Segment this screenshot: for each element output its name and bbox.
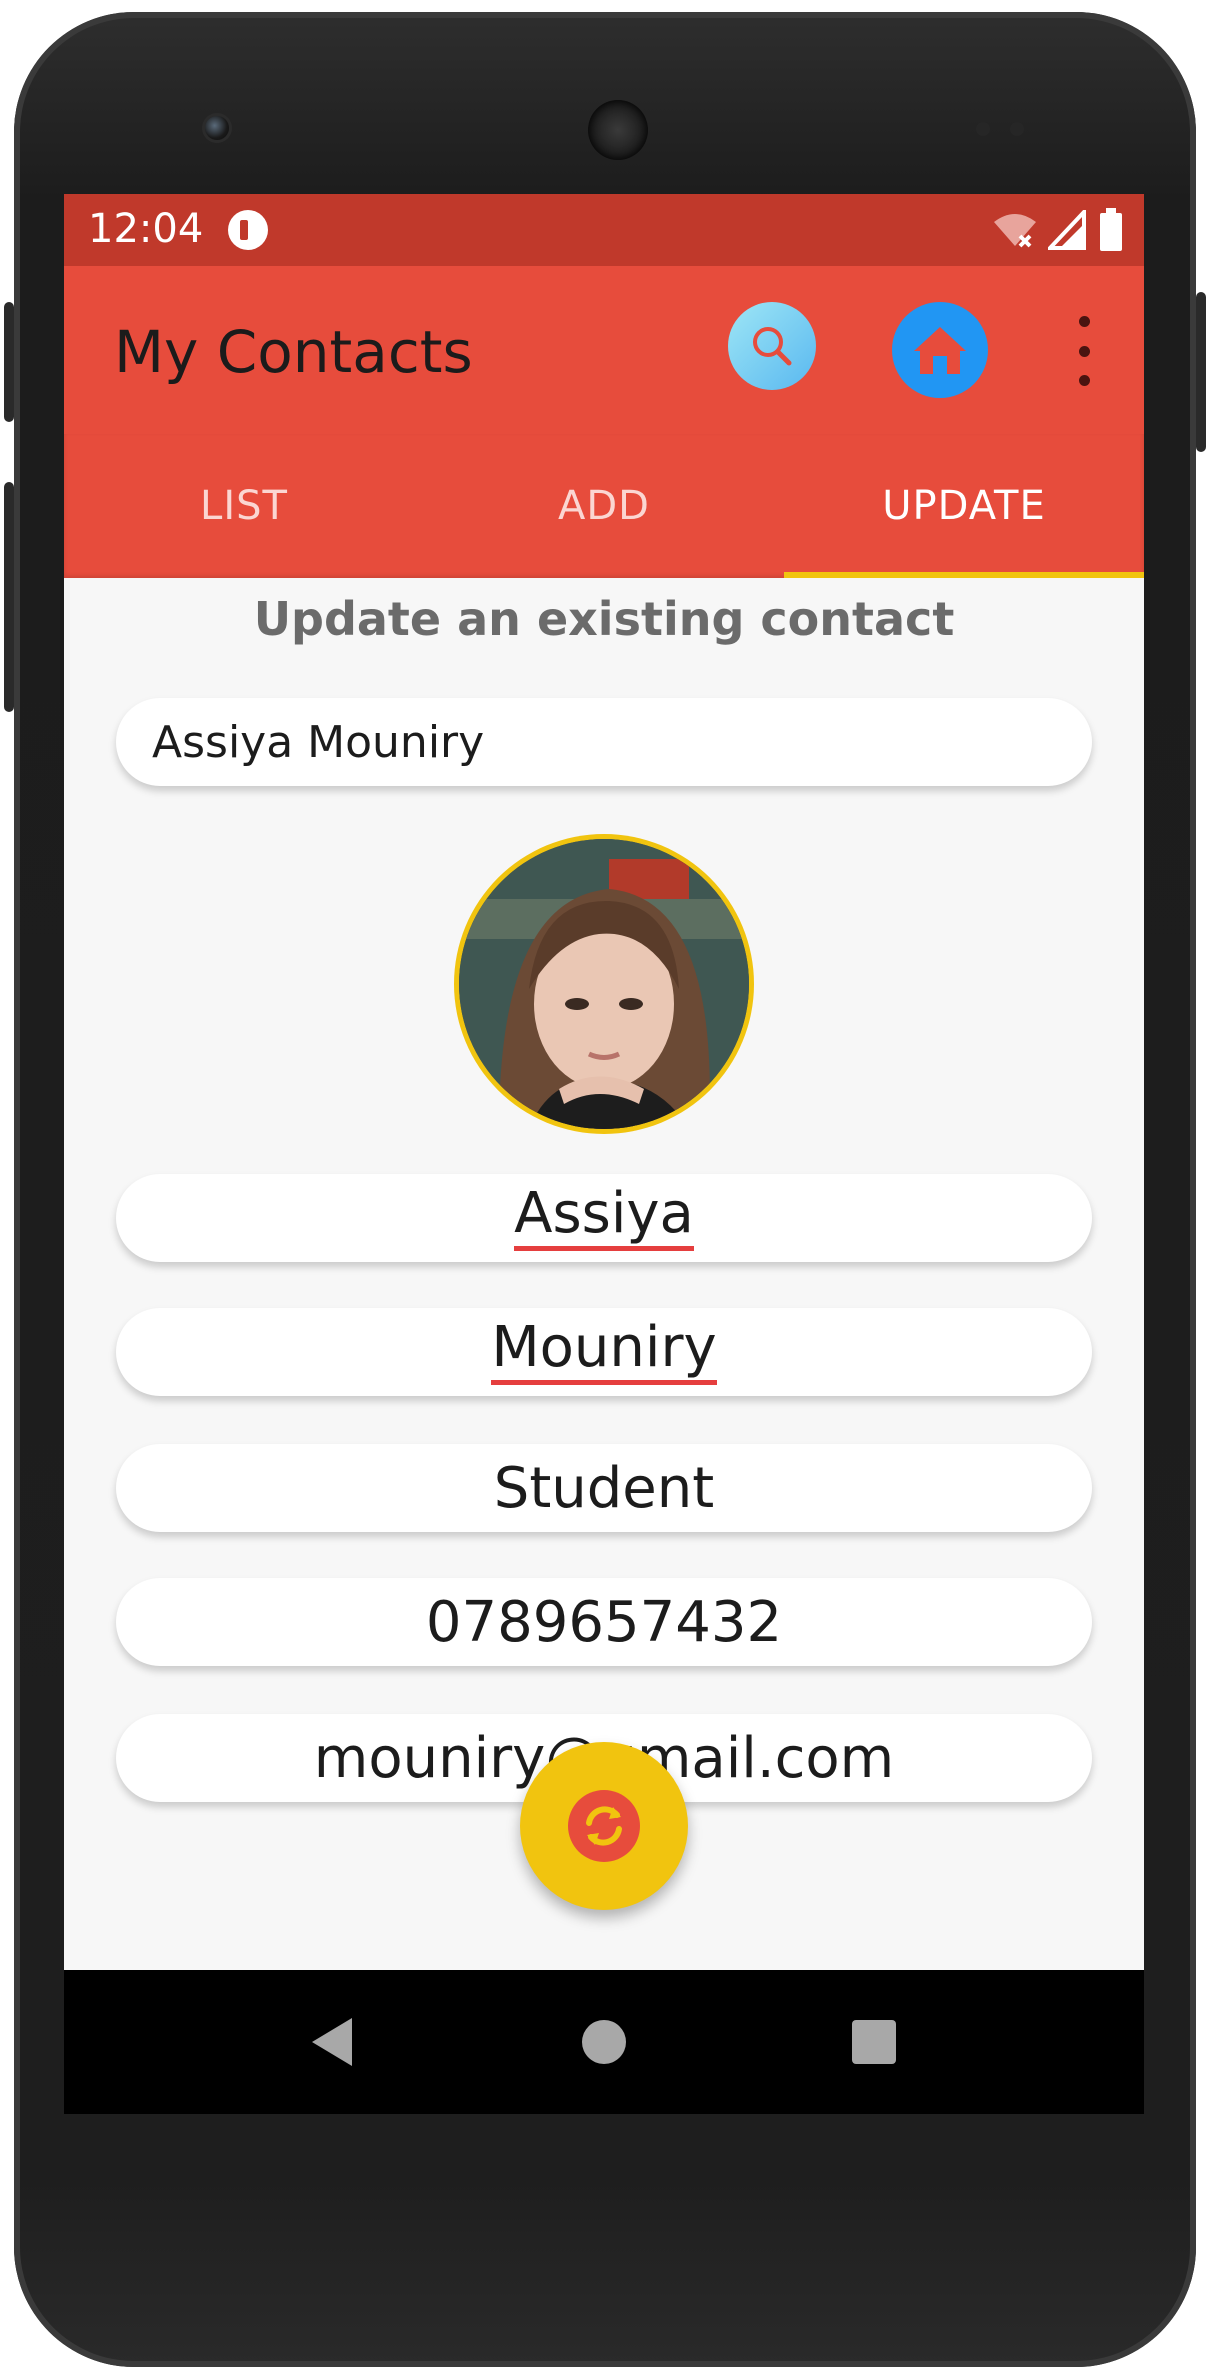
device-screen: 12:04 My Contacts LIST ADD UPDATE Update… — [64, 194, 1144, 2114]
app-bar: My Contacts — [64, 266, 1144, 434]
battery-icon — [1100, 208, 1122, 251]
system-nav-bar — [64, 1970, 1144, 2114]
front-camera — [205, 116, 229, 140]
side-button-top — [4, 302, 14, 422]
power-button — [1196, 292, 1206, 452]
last-name-value: Mouniry — [491, 1318, 717, 1385]
home-button[interactable] — [892, 302, 988, 398]
avatar-picker[interactable] — [454, 834, 754, 1134]
notification-app-icon — [228, 210, 268, 250]
last-name-field[interactable]: Mouniry — [116, 1308, 1092, 1396]
light-sensor — [1010, 122, 1024, 136]
back-icon[interactable] — [308, 2016, 356, 2068]
first-name-field[interactable]: Assiya — [116, 1174, 1092, 1262]
job-value: Student — [493, 1455, 715, 1521]
contact-photo — [459, 839, 749, 1129]
tab-bar: LIST ADD UPDATE — [64, 434, 1144, 578]
nav-home-icon[interactable] — [582, 2020, 626, 2064]
phone-field[interactable]: 0789657432 — [116, 1578, 1092, 1666]
phone-value: 0789657432 — [425, 1589, 783, 1655]
tab-indicator — [784, 572, 1144, 578]
section-title: Update an existing contact — [253, 592, 955, 646]
signal-icon — [1048, 210, 1086, 250]
refresh-icon — [586, 1806, 622, 1846]
status-icons — [992, 208, 1124, 252]
recent-apps-icon[interactable] — [852, 2020, 896, 2064]
first-name-value: Assiya — [514, 1184, 694, 1251]
tab-add[interactable]: ADD — [424, 434, 784, 578]
earpiece-speaker — [588, 100, 648, 160]
status-bar: 12:04 — [64, 194, 1144, 266]
app-title: My Contacts — [114, 318, 473, 386]
tab-update[interactable]: UPDATE — [784, 434, 1144, 578]
avatar — [459, 839, 749, 1129]
side-button-volume — [4, 482, 14, 712]
update-fab-button[interactable] — [520, 1742, 688, 1910]
status-time: 12:04 — [88, 206, 204, 252]
contact-search-field[interactable]: Assiya Mouniry — [116, 698, 1092, 786]
contact-search-value: Assiya Mouniry — [152, 716, 485, 768]
tab-list[interactable]: LIST — [64, 434, 424, 578]
job-field[interactable]: Student — [116, 1444, 1092, 1532]
more-vert-icon[interactable] — [1064, 316, 1104, 386]
wifi-off-icon — [994, 214, 1036, 248]
search-button[interactable] — [728, 302, 816, 390]
search-icon — [753, 327, 792, 366]
home-icon — [914, 327, 966, 374]
proximity-sensor — [976, 122, 990, 136]
